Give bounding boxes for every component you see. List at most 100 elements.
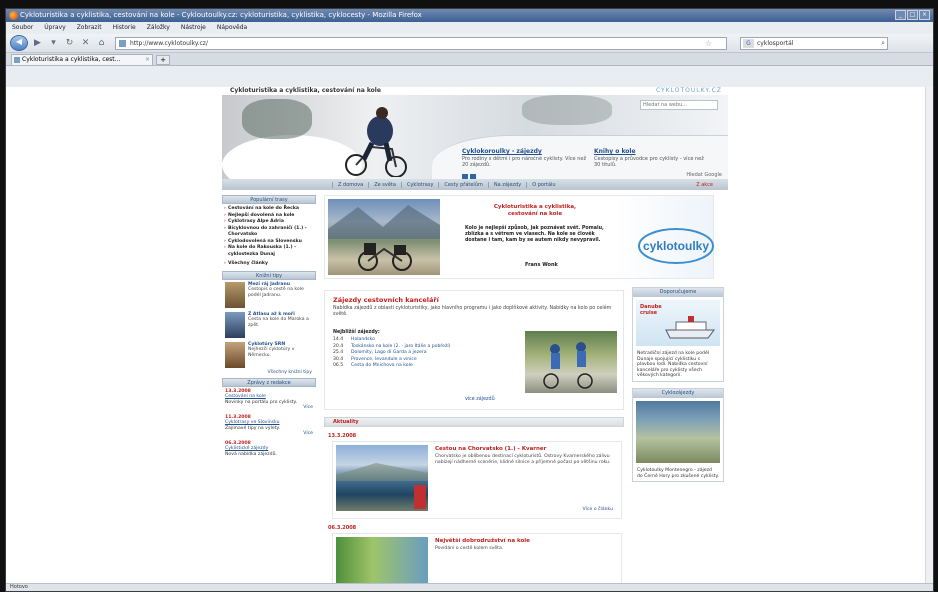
header-banner: Hledat na webu... Cyklokoroulky - zájezd… <box>222 95 728 179</box>
title-bar: Cykloturistika a cyklistika, cestování n… <box>6 9 933 22</box>
bookmark-star-icon[interactable]: ☆ <box>705 38 712 49</box>
menu-edit[interactable]: Úpravy <box>44 22 65 34</box>
events-label: Nejbližší zájezdy: <box>333 330 380 335</box>
nav-item-red[interactable]: Z akce <box>691 182 718 188</box>
left-sidebar: Populární trasy Cestování na kole do Řec… <box>222 195 316 459</box>
vertical-scrollbar[interactable] <box>925 87 933 585</box>
news-text: Nová nabídka zájezdů. <box>225 451 277 457</box>
book-text: Nejhezčí cyklotúry v Německu. <box>248 347 295 358</box>
tab-label: Cykloturistika a cyklistika, cest... <box>22 56 121 63</box>
sidebar-heading: Cyklozájezdy <box>633 388 723 398</box>
close-button[interactable]: × <box>919 10 930 20</box>
news-more-link[interactable]: Více <box>225 405 313 411</box>
site-search-input[interactable]: Hledat na webu... <box>640 100 718 110</box>
danube-ad[interactable]: Danube cruise <box>636 300 720 346</box>
events-more-link[interactable]: více zájezdů <box>465 397 495 402</box>
minimize-button[interactable]: _ <box>895 10 906 20</box>
page-viewport: Cykloturistika a cyklistika, cestování n… <box>6 87 933 585</box>
reload-icon[interactable]: ↻ <box>63 37 76 50</box>
nav-item[interactable]: Z domova <box>332 181 368 188</box>
news-item: 06.3.2008 Cyklistické zájezdy Nová nabíd… <box>222 439 316 460</box>
address-bar[interactable]: http://www.cyklotoulky.cz/ ☆ <box>115 36 727 50</box>
article-card: Cestou na Chorvatsko (1.) - Kvarner Chor… <box>332 441 622 519</box>
tab-close-icon[interactable]: × <box>145 55 150 65</box>
nav-item[interactable]: O portálu <box>526 181 560 188</box>
event-date: 06.5 <box>333 363 344 368</box>
sidebar-heading: Populární trasy <box>222 195 316 204</box>
menu-history[interactable]: Historie <box>113 22 136 34</box>
tab-active[interactable]: Cykloturistika a cyklistika, cest... × <box>11 54 153 65</box>
recommend-box: Doporučujeme Danube cruise Netradiční zá… <box>632 287 724 382</box>
promo-title[interactable]: Knihy o kole <box>594 149 704 155</box>
home-icon[interactable]: ⌂ <box>95 37 108 50</box>
nav-item[interactable]: Cesty přátelům <box>438 181 487 188</box>
books-more-link[interactable]: Všechny knižní tipy <box>222 370 316 378</box>
tours-text: Cyklotoulky Montenegro - zájezd do Černé… <box>637 467 719 479</box>
book-cover <box>225 281 245 308</box>
menu-bookmarks[interactable]: Záložky <box>147 22 170 34</box>
web-page: Cykloturistika a cyklistika, cestování n… <box>222 87 728 585</box>
list-item[interactable]: Bicyklovnou do zahraničí (1.) - Chorvats… <box>224 226 313 239</box>
nav-item[interactable]: Ze světa <box>368 181 401 188</box>
book-item[interactable]: Mezi ráj Jadranu Cestopis o cestě na kole… <box>222 280 316 310</box>
bike-image <box>328 205 440 271</box>
menu-file[interactable]: Soubor <box>12 22 33 34</box>
cyclist-image <box>345 107 407 177</box>
events-intro: Nabídka zájezdů z oblasti cykloturistiky… <box>333 306 612 317</box>
search-bar[interactable]: G cyklosportál ⌕ <box>740 36 888 50</box>
address-value: http://www.cyklotoulky.cz/ <box>130 39 208 47</box>
promo-title[interactable]: Cyklokoroulky - zájezdy <box>462 149 592 155</box>
article-more-link[interactable]: Více o článku <box>583 507 613 512</box>
site-top-link[interactable]: CYKLOTOULKY.CZ <box>656 87 722 94</box>
stop-icon[interactable]: ✕ <box>79 37 92 50</box>
tour-photo[interactable] <box>636 400 720 463</box>
quote-banner: Cykloturistika a cyklistika, cestování n… <box>324 195 714 279</box>
maximize-button[interactable]: □ <box>907 10 918 20</box>
dropdown-icon[interactable]: ▾ <box>47 37 60 50</box>
google-search-label[interactable]: Hledat Google <box>686 172 722 178</box>
promo-zajezdy[interactable]: Cyklokoroulky - zájezdy Pro rodiny s dět… <box>462 149 592 169</box>
cyclists-photo <box>525 331 617 393</box>
news-more-link[interactable]: Více <box>225 431 313 437</box>
logo-text: cyklotoulky <box>643 239 709 253</box>
nav-item[interactable]: Cyklotrasy <box>400 181 438 188</box>
promo-knihy[interactable]: Knihy o kole Cestopisy a průvodce pro cy… <box>594 149 704 169</box>
cyklotoulky-logo[interactable]: cyklotoulky <box>637 226 715 266</box>
menu-bar: Soubor Úpravy Zobrazit Historie Záložky … <box>6 22 933 34</box>
article-text: Chorvatsko je oblíbenou destinací cyklot… <box>435 454 611 465</box>
menu-help[interactable]: Nápověda <box>217 22 247 34</box>
events-box: Zájezdy cestovních kanceláří Nabídka záj… <box>324 290 624 410</box>
book-item[interactable]: Z Atlasu až k moři Cesta na kole do Marok… <box>222 310 316 340</box>
menu-tools[interactable]: Nástroje <box>181 22 206 34</box>
article-title[interactable]: Největší dobrodružství na kole <box>435 538 530 544</box>
status-bar: Hotovo <box>6 583 933 591</box>
list-item[interactable]: Na kole do Rakouska (1.) - cyklostezka D… <box>224 245 313 258</box>
back-arrow-icon[interactable]: ◀ <box>10 35 28 51</box>
nav-item[interactable]: Na zájezdy <box>487 181 526 188</box>
news-section-heading: Aktuality <box>324 417 624 427</box>
article-photo[interactable] <box>336 445 428 511</box>
right-sidebar: Doporučujeme Danube cruise Netradiční zá… <box>632 287 724 488</box>
list-item[interactable]: Všechny články <box>224 261 313 268</box>
new-tab-button[interactable]: + <box>156 55 170 65</box>
menu-view[interactable]: Zobrazit <box>77 22 102 34</box>
events-title[interactable]: Zájezdy cestovních kanceláří <box>333 296 439 304</box>
site-title: Cykloturistika a cyklistika, cestování n… <box>230 87 381 94</box>
news-item: 13.3.2008 Cestování na kole Novinky na p… <box>222 387 316 413</box>
google-icon[interactable]: G <box>743 38 754 48</box>
touring-bike-photo <box>328 199 440 275</box>
forward-arrow-icon[interactable]: ▶ <box>31 37 44 50</box>
event-row[interactable]: 06.5 Cesta do Mnichova na kole <box>333 363 523 370</box>
status-text: Hotovo <box>10 584 28 590</box>
article-photo[interactable] <box>336 537 428 585</box>
book-text: Cesta na kole do Maroka a zpět. <box>248 317 309 328</box>
snow-shape <box>222 135 362 179</box>
site-favicon <box>119 39 126 47</box>
book-text: Cestopis o cestě na kole podél Jadranu. <box>248 287 304 298</box>
sidebar-heading: Zprávy z redakce <box>222 377 316 387</box>
banner-author: Frans Wonk <box>525 262 558 268</box>
search-icon[interactable]: ⌕ <box>881 38 885 49</box>
event-link[interactable]: Cesta do Mnichova na kole <box>351 363 413 370</box>
book-item[interactable]: Cyklotúry SRN Nejhezčí cyklotúry v Německ… <box>222 340 316 370</box>
article-title[interactable]: Cestou na Chorvatsko (1.) - Kvarner <box>435 446 546 452</box>
